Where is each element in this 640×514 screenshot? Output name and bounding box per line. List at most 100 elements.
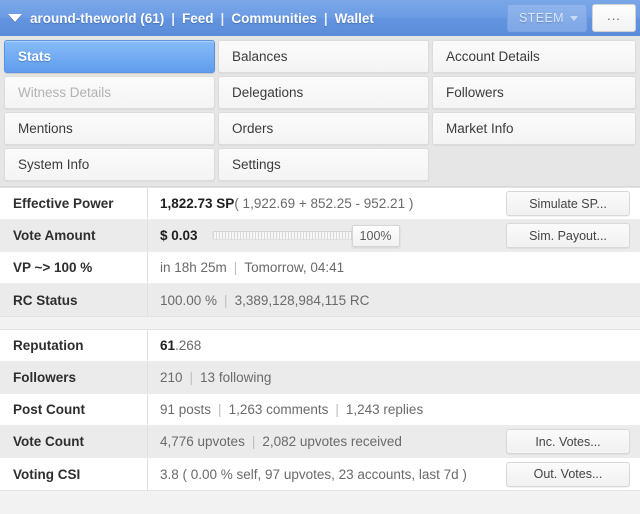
tab-delegations[interactable]: Delegations [218, 76, 429, 109]
row-value-primary: 61 [160, 338, 176, 353]
stats-panel: Effective Power 1,822.73 SP ( 1,922.69 + … [0, 187, 640, 505]
chain-selector-label: STEEM [518, 11, 564, 25]
table-row: Voting CSI 3.8 ( 0.00 % self, 97 upvotes,… [0, 458, 640, 490]
row-value-part-1: 91 posts [160, 402, 212, 417]
table-group-separator [0, 317, 640, 329]
tab-bar-region: Stats Balances Account Details Witness Deta… [0, 36, 640, 187]
tab-stats[interactable]: Stats [4, 40, 215, 73]
tab-account-details[interactable]: Account Details [432, 40, 636, 73]
row-value-part-1: 100.00 % [160, 292, 218, 308]
stats-table-power: Effective Power 1,822.73 SP ( 1,922.69 + … [0, 187, 640, 317]
row-label: Vote Amount [0, 220, 148, 251]
value-separator: | [189, 370, 194, 385]
value-separator: | [218, 402, 222, 417]
row-label: Reputation [0, 330, 148, 361]
value-separator: | [251, 434, 256, 449]
row-value-primary: 1,822.73 SP [160, 196, 235, 211]
value-separator: | [335, 402, 339, 417]
tab-balances[interactable]: Balances [218, 40, 429, 73]
tab-label: Witness Details [18, 85, 112, 100]
row-value: 91 posts | 1,263 comments | 1,243 replies [148, 394, 502, 425]
row-label: Followers [0, 362, 148, 393]
row-label: Voting CSI [0, 458, 148, 490]
tab-system-info[interactable]: System Info [4, 148, 215, 181]
tab-label: Market Info [446, 121, 514, 136]
nav-separator-3: | [323, 10, 328, 26]
slider-knob[interactable]: 100% [351, 224, 400, 247]
row-value-secondary: .268 [175, 338, 202, 353]
chain-selector-button[interactable]: STEEM [506, 4, 587, 32]
header-controls-group: STEEM ... [506, 4, 636, 32]
row-label: VP ~> 100 % [0, 252, 148, 283]
row-action-cell [502, 284, 640, 316]
row-action-cell: Sim. Payout... [502, 220, 640, 251]
table-row: Post Count 91 posts | 1,263 comments | 1,243 … [0, 394, 640, 426]
stats-table-account: Reputation 61.268 Followers 210 | 13 followin… [0, 329, 640, 491]
slider-track[interactable] [211, 231, 362, 240]
inc-votes-button[interactable]: Inc. Votes... [506, 429, 630, 454]
tab-label: Balances [232, 49, 288, 64]
row-action-cell [502, 252, 640, 283]
nav-link-communities[interactable]: Communities [231, 11, 317, 26]
tab-witness-details[interactable]: Witness Details [4, 76, 215, 109]
row-value-secondary: ( 1,922.69 + 852.25 - 952.21 ) [234, 196, 414, 211]
row-value-secondary: 3.8 ( 0.00 % self, 97 upvotes, 23 accoun… [160, 466, 467, 482]
more-options-button[interactable]: ... [592, 4, 636, 32]
row-value-part-3: 1,243 replies [345, 402, 424, 417]
nav-separator-1: | [171, 10, 176, 26]
vote-weight-slider[interactable]: 100% [211, 224, 400, 247]
row-label: Post Count [0, 394, 148, 425]
tab-mentions[interactable]: Mentions [4, 112, 215, 145]
nav-link-feed[interactable]: Feed [182, 11, 214, 26]
row-value: $ 0.03 100% [148, 220, 502, 251]
tab-market-info[interactable]: Market Info [432, 112, 636, 145]
row-value-part-2: 2,082 upvotes received [262, 434, 402, 449]
row-action-cell [502, 330, 640, 361]
out-votes-button[interactable]: Out. Votes... [506, 461, 630, 487]
row-action-cell [502, 394, 640, 425]
simulate-sp-button[interactable]: Simulate SP... [506, 191, 630, 216]
table-row: Effective Power 1,822.73 SP ( 1,922.69 + … [0, 188, 640, 220]
row-value: 100.00 % | 3,389,128,984,115 RC [148, 284, 502, 316]
tab-label: Account Details [446, 49, 540, 64]
row-action-cell: Simulate SP... [502, 188, 640, 219]
table-row: Vote Count 4,776 upvotes | 2,082 upvotes re… [0, 426, 640, 458]
nav-separator-2: | [220, 10, 225, 26]
row-value: in 18h 25m | Tomorrow, 04:41 [148, 252, 502, 283]
row-label: Effective Power [0, 188, 148, 219]
row-value-part-1: in 18h 25m [160, 260, 227, 275]
tab-label: Orders [232, 121, 274, 136]
table-row: Followers 210 | 13 following [0, 362, 640, 394]
tab-label: Mentions [18, 121, 73, 136]
table-row: RC Status 100.00 % | 3,389,128,984,115 RC [0, 284, 640, 316]
tab-followers[interactable]: Followers [432, 76, 636, 109]
caret-down-icon [570, 15, 578, 21]
value-separator: | [233, 260, 238, 275]
row-value: 4,776 upvotes | 2,082 upvotes received [148, 426, 502, 457]
triangle-down-icon[interactable] [8, 14, 22, 22]
sim-payout-button[interactable]: Sim. Payout... [506, 223, 630, 248]
panel-bottom-filler [0, 491, 640, 505]
tab-settings[interactable]: Settings [218, 148, 429, 181]
row-action-cell: Inc. Votes... [502, 426, 640, 457]
table-row: VP ~> 100 % in 18h 25m | Tomorrow, 04:41 [0, 252, 640, 284]
row-value: 1,822.73 SP ( 1,922.69 + 852.25 - 952.21… [148, 188, 502, 219]
row-value-part-1: 4,776 upvotes [160, 434, 245, 449]
nav-links-group: around-theworld (61) | Feed | Communitie… [8, 11, 507, 26]
row-value-part-1: 210 [160, 370, 183, 385]
table-row: Reputation 61.268 [0, 330, 640, 362]
tab-empty [432, 148, 636, 181]
row-value-part-2: 1,263 comments [228, 402, 329, 417]
tab-grid: Stats Balances Account Details Witness Deta… [4, 40, 636, 181]
row-value-primary: $ 0.03 [160, 228, 198, 243]
row-action-cell [502, 362, 640, 393]
row-value-part-2: 3,389,128,984,115 RC [234, 292, 370, 308]
row-value: 61.268 [148, 330, 502, 361]
row-value-part-2: 13 following [200, 370, 272, 385]
account-name-link[interactable]: around-theworld (61) [30, 11, 164, 26]
tab-orders[interactable]: Orders [218, 112, 429, 145]
table-row: Vote Amount $ 0.03 100% Sim. Payout... [0, 220, 640, 252]
row-action-cell: Out. Votes... [502, 458, 640, 490]
nav-link-wallet[interactable]: Wallet [335, 11, 374, 26]
row-label: RC Status [0, 284, 148, 316]
